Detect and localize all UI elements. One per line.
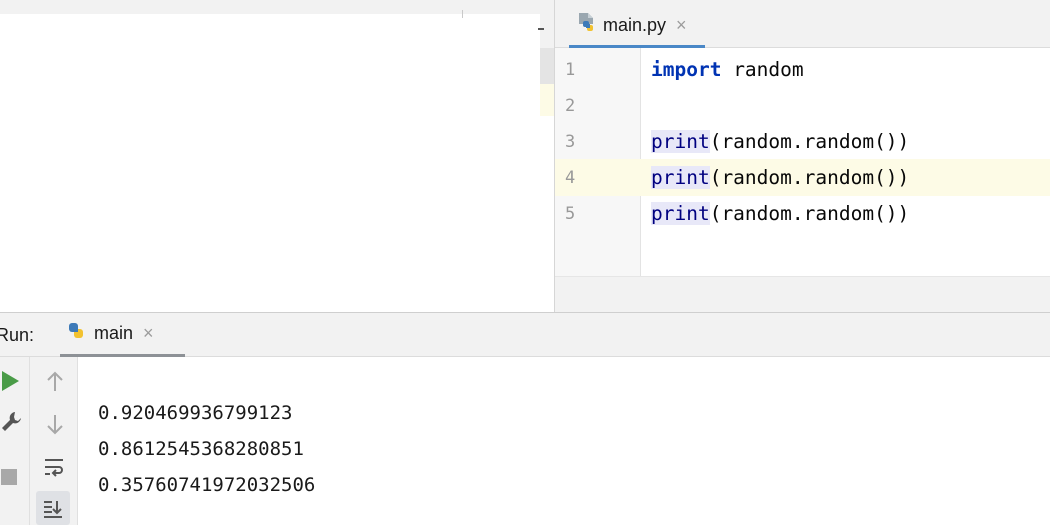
left-pane-scroll-thumb[interactable] <box>540 48 554 84</box>
console-output-line: 0.8612545368280851 <box>98 438 304 460</box>
code-line[interactable]: print(random.random()) <box>651 196 909 232</box>
console-output-line: 0.920469936799123 <box>98 402 293 424</box>
console-output[interactable]: 0.920469936799123 0.8612545368280851 0.3… <box>78 357 1050 525</box>
close-icon[interactable]: × <box>676 15 687 36</box>
builtin-token: print <box>651 130 710 153</box>
line-number: 1 <box>565 60 576 80</box>
line-number: 3 <box>565 132 576 152</box>
stop-icon[interactable] <box>0 467 18 487</box>
builtin-token: print <box>651 202 710 225</box>
wrench-icon[interactable] <box>0 409 24 433</box>
code-editor: main.py × 1 2 3 4 5 import random print(… <box>555 0 1050 312</box>
code-token: random <box>721 58 804 81</box>
run-label: Run: <box>0 325 35 345</box>
editor-breadcrumb-bar <box>555 276 1050 312</box>
soft-wrap-icon[interactable] <box>42 455 66 479</box>
run-panel-header: Run: main × <box>0 313 1050 357</box>
line-number: 2 <box>565 96 576 116</box>
arrow-up-icon[interactable] <box>44 371 66 393</box>
builtin-token: print <box>651 166 710 189</box>
tab-main-py[interactable]: main.py × <box>569 6 705 48</box>
python-file-icon <box>577 12 597 39</box>
tab-label: main.py <box>603 15 667 35</box>
run-tab-main[interactable]: main × <box>60 313 185 357</box>
code-line[interactable]: print(random.random()) <box>651 160 909 196</box>
code-token: (random.random()) <box>709 166 910 189</box>
left-pane-highlight <box>540 84 554 116</box>
line-number: 4 <box>565 168 576 188</box>
minimize-icon[interactable] <box>538 28 544 30</box>
python-icon <box>66 321 86 346</box>
code-line[interactable]: import random <box>651 52 804 88</box>
run-toolbar-left <box>0 357 30 525</box>
arrow-down-icon[interactable] <box>44 413 66 435</box>
tab-label: main <box>94 323 134 343</box>
left-pane-splitter <box>462 10 463 18</box>
close-icon[interactable]: × <box>143 323 154 344</box>
run-toolbar-right <box>30 357 78 525</box>
editor-tabbar: main.py × <box>555 0 1050 48</box>
keyword-token: import <box>651 58 722 81</box>
line-number: 5 <box>565 204 576 224</box>
console-output-line: 0.35760741972032506 <box>98 474 316 496</box>
code-token: (random.random()) <box>709 202 910 225</box>
code-line[interactable]: print(random.random()) <box>651 124 909 160</box>
run-icon[interactable] <box>0 369 22 393</box>
scroll-to-end-icon[interactable] <box>36 491 70 525</box>
code-token: (random.random()) <box>709 130 910 153</box>
left-pane-content <box>0 14 540 312</box>
